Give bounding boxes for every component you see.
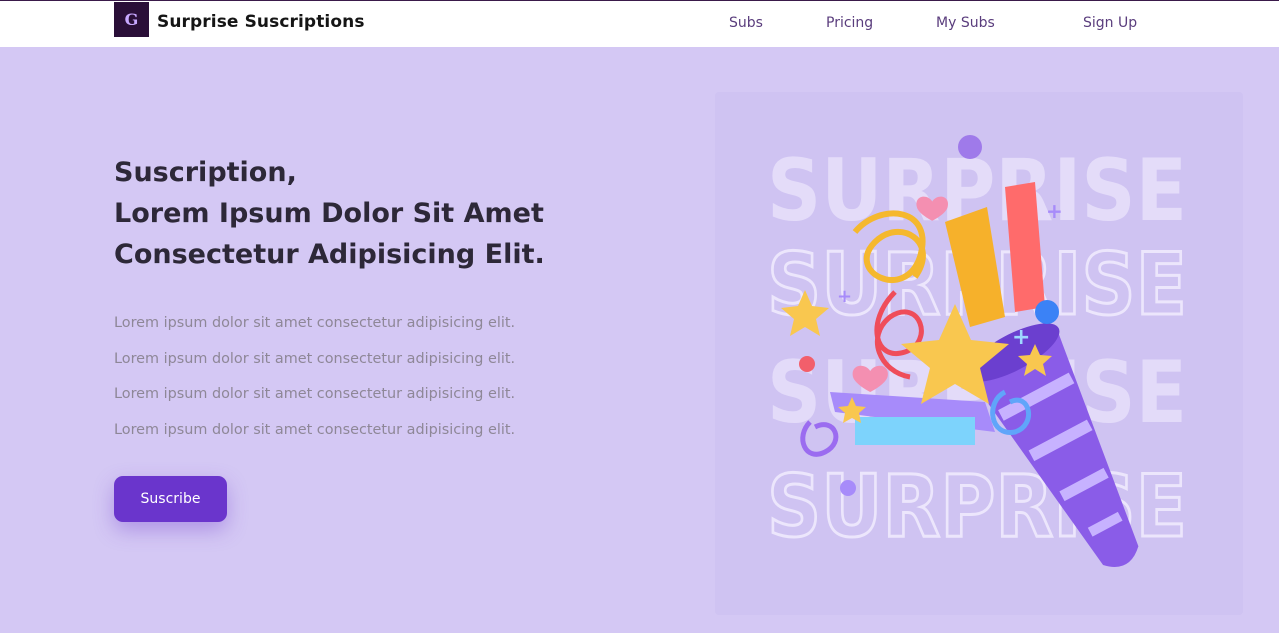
description-line: Lorem ipsum dolor sit amet consectetur a…: [114, 350, 516, 367]
hero-description: Lorem ipsum dolor sit amet consectetur a…: [114, 306, 515, 448]
hero-title-line: Lorem Ipsum Dolor Sit Amet: [114, 198, 544, 229]
brand-logo[interactable]: G: [114, 2, 149, 37]
description-line: Lorem ipsum dolor sit amet consectetur a…: [114, 386, 516, 402]
hero-title-line: Consectetur Adipisicing Elit.: [114, 239, 545, 270]
navbar: G Surprise Suscriptions Subs Pricing My …: [0, 0, 1279, 47]
description-line: Lorem ipsum dolor sit amet consectetur a…: [114, 421, 516, 438]
nav-link-subs[interactable]: Subs: [729, 15, 763, 31]
svg-text:+: +: [837, 286, 852, 307]
party-popper-illustration: SURPRISE SURPRISE SURPRISE SURPRISE: [715, 92, 1243, 615]
brand-name[interactable]: Surprise Suscriptions: [157, 12, 365, 32]
hero-title-line: Suscription,: [114, 157, 297, 188]
party-popper-graphic: SURPRISE SURPRISE SURPRISE SURPRISE: [766, 135, 1189, 567]
nav-link-my-subs[interactable]: My Subs: [936, 15, 995, 31]
svg-text:+: +: [1046, 199, 1063, 223]
nav-link-pricing[interactable]: Pricing: [826, 15, 873, 31]
subscribe-button[interactable]: Suscribe: [114, 476, 227, 522]
gift-logo-icon: G: [124, 10, 139, 29]
svg-text:+: +: [1012, 325, 1030, 350]
description-line: Lorem ipsum dolor sit amet consectetur a…: [114, 315, 516, 331]
hero-title: Suscription, Lorem Ipsum Dolor Sit Amet …: [114, 152, 674, 275]
nav-link-sign-up[interactable]: Sign Up: [1083, 15, 1137, 31]
